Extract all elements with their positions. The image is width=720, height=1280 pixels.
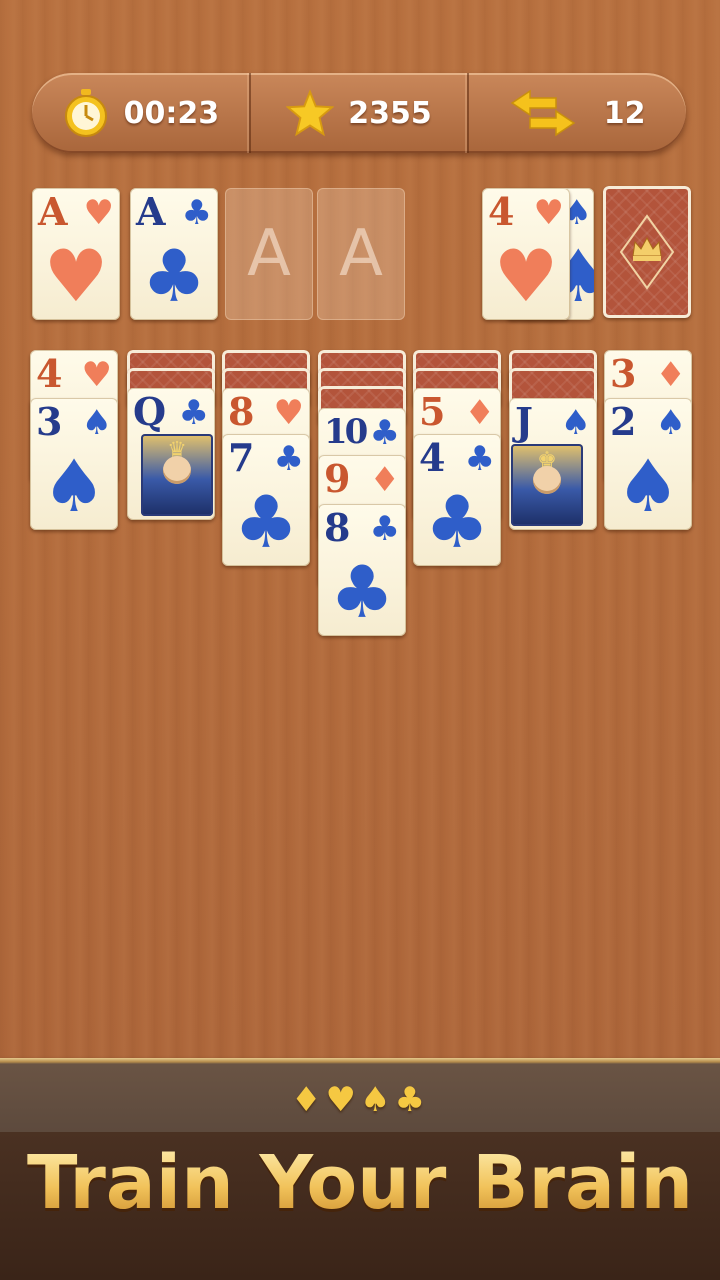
- spade-icon: ♠: [655, 403, 686, 443]
- foundation-slot-empty[interactable]: A: [225, 188, 313, 320]
- crown-emblem-icon: [619, 214, 675, 290]
- card-rank: 8: [228, 389, 255, 434]
- club-icon: ♣: [273, 439, 304, 479]
- card-rank: 5: [419, 389, 446, 434]
- heart-icon: ♥: [81, 355, 112, 395]
- tableau-card-queen[interactable]: Q ♣ ♛: [127, 388, 215, 520]
- moves-value: 12: [603, 95, 646, 131]
- score-stat: 2355: [248, 73, 468, 153]
- spade-icon: ♠: [81, 403, 112, 443]
- tagline-text: Train Your Brain: [0, 1140, 720, 1226]
- card-rank: 7: [228, 435, 255, 480]
- club-icon: ♣: [233, 480, 299, 564]
- stats-bar: 00:23 2355 12: [32, 73, 686, 153]
- foundation-pile-hearts[interactable]: A ♥ ♥: [32, 188, 120, 320]
- diamond-icon: ♦: [369, 460, 400, 500]
- card-rank: 4: [488, 189, 515, 234]
- club-icon: ♣: [141, 234, 207, 318]
- heart-icon: ♥: [43, 234, 109, 318]
- diamond-icon: ♦: [464, 393, 495, 433]
- foundation-pile-clubs[interactable]: A ♣ ♣: [130, 188, 218, 320]
- tableau-card[interactable]: 3 ♠ ♠: [30, 398, 118, 530]
- card-rank: 4: [419, 435, 446, 480]
- slot-placeholder: A: [339, 217, 383, 291]
- slot-placeholder: A: [247, 217, 291, 291]
- stopwatch-icon: [62, 89, 110, 137]
- tableau-card[interactable]: 4 ♣ ♣: [413, 434, 501, 566]
- foundation-slot-empty[interactable]: A: [317, 188, 405, 320]
- timer-value: 00:23: [123, 95, 220, 131]
- tableau-card[interactable]: 2 ♠ ♠: [604, 398, 692, 530]
- moves-stat: 12: [467, 73, 686, 153]
- swap-arrows-icon: [510, 89, 576, 137]
- club-icon: ♣: [424, 480, 490, 564]
- club-icon: ♣: [329, 550, 395, 634]
- score-value: 2355: [348, 95, 432, 131]
- timer-stat: 00:23: [32, 73, 249, 153]
- diamond-icon: ♦: [655, 355, 686, 395]
- tableau-card-jack[interactable]: J ♠ ♚: [509, 398, 597, 530]
- heart-icon: ♥: [83, 193, 114, 233]
- card-rank: J: [515, 399, 533, 444]
- club-icon: ♣: [464, 439, 495, 479]
- club-icon: ♣: [369, 413, 400, 453]
- card-rank: A: [136, 189, 166, 234]
- tableau-card[interactable]: 8 ♣ ♣: [318, 504, 406, 636]
- club-icon: ♣: [369, 509, 400, 549]
- club-icon: ♣: [181, 193, 212, 233]
- game-board: 00:23 2355 12 A ♥ ♥ A ♣ ♣ A A ♠ ♠ 4 ♥ ♥ …: [0, 0, 720, 1062]
- card-rank: 3: [610, 351, 637, 396]
- spade-icon: ♠: [560, 403, 591, 443]
- stock-pile[interactable]: [603, 186, 691, 318]
- card-rank: 10: [324, 412, 368, 452]
- card-rank: 4: [36, 351, 63, 396]
- queen-portrait-icon: ♛: [141, 434, 213, 516]
- spade-icon: ♠: [615, 444, 681, 528]
- card-rank: Q: [133, 389, 167, 434]
- club-icon: ♣: [178, 393, 209, 433]
- suit-icons-row: ♦♥♠♣: [291, 1080, 429, 1120]
- card-rank: 3: [36, 399, 63, 444]
- card-rank: 2: [610, 399, 637, 444]
- heart-icon: ♥: [533, 193, 564, 233]
- card-rank: A: [38, 189, 68, 234]
- jack-portrait-icon: ♚: [511, 444, 583, 526]
- waste-card[interactable]: 4 ♥ ♥: [482, 188, 570, 320]
- card-rank: 8: [324, 505, 351, 550]
- tableau-card[interactable]: 7 ♣ ♣: [222, 434, 310, 566]
- spade-icon: ♠: [41, 444, 107, 528]
- star-icon: [286, 89, 335, 137]
- heart-icon: ♥: [273, 393, 304, 433]
- heart-icon: ♥: [493, 234, 559, 318]
- card-rank: 9: [324, 456, 351, 501]
